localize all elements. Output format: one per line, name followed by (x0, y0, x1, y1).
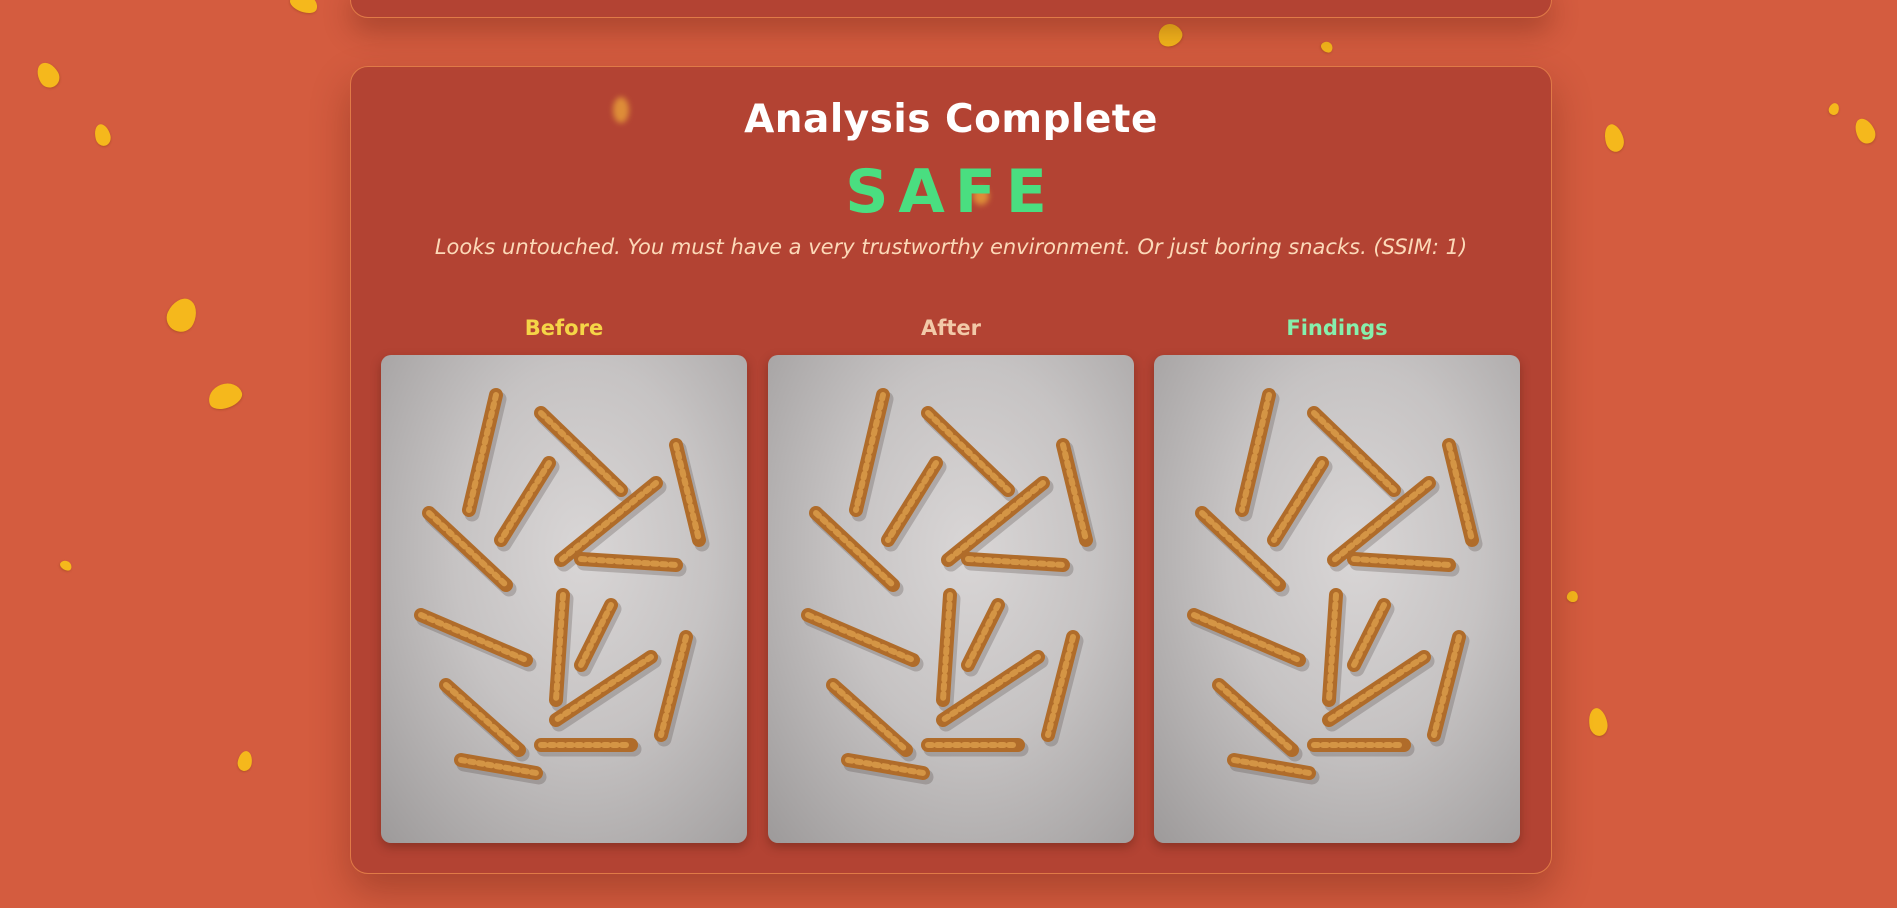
falling-cheese-puff-icon (204, 378, 246, 414)
falling-cheese-puff-icon (58, 558, 74, 573)
page: Analysis Complete SAFE Looks untouched. … (0, 0, 1897, 908)
falling-cheese-puff-icon (1827, 101, 1841, 117)
verdict-message: Looks untouched. You must have a very tr… (434, 235, 1468, 259)
after-image[interactable] (768, 355, 1134, 843)
findings-image[interactable] (1154, 355, 1520, 843)
result-card: Analysis Complete SAFE Looks untouched. … (350, 66, 1552, 874)
falling-cheese-puff-icon (1565, 589, 1580, 604)
falling-cheese-puff-icon (1601, 122, 1627, 154)
previous-card-edge (350, 0, 1552, 18)
falling-cheese-puff-icon (162, 293, 202, 337)
falling-cheese-puff-icon (1586, 706, 1610, 738)
verdict-label: SAFE (845, 157, 1057, 227)
before-label: Before (524, 316, 604, 340)
findings-column: Findings (1154, 311, 1520, 843)
falling-cheese-puff-icon (1851, 115, 1879, 147)
findings-label: Findings (1286, 316, 1388, 340)
falling-cheese-puff-icon (1319, 39, 1335, 55)
falling-cheese-puff-icon (1154, 19, 1186, 51)
falling-cheese-puff-icon (287, 0, 321, 17)
before-column: Before (381, 311, 747, 843)
result-title: Analysis Complete (744, 97, 1158, 142)
falling-cheese-puff-icon (236, 749, 254, 773)
after-column: After (768, 311, 1134, 843)
before-image[interactable] (381, 355, 747, 843)
falling-cheese-puff-icon (32, 58, 64, 92)
falling-cheese-puff-icon (92, 122, 113, 148)
after-label: After (920, 316, 982, 340)
